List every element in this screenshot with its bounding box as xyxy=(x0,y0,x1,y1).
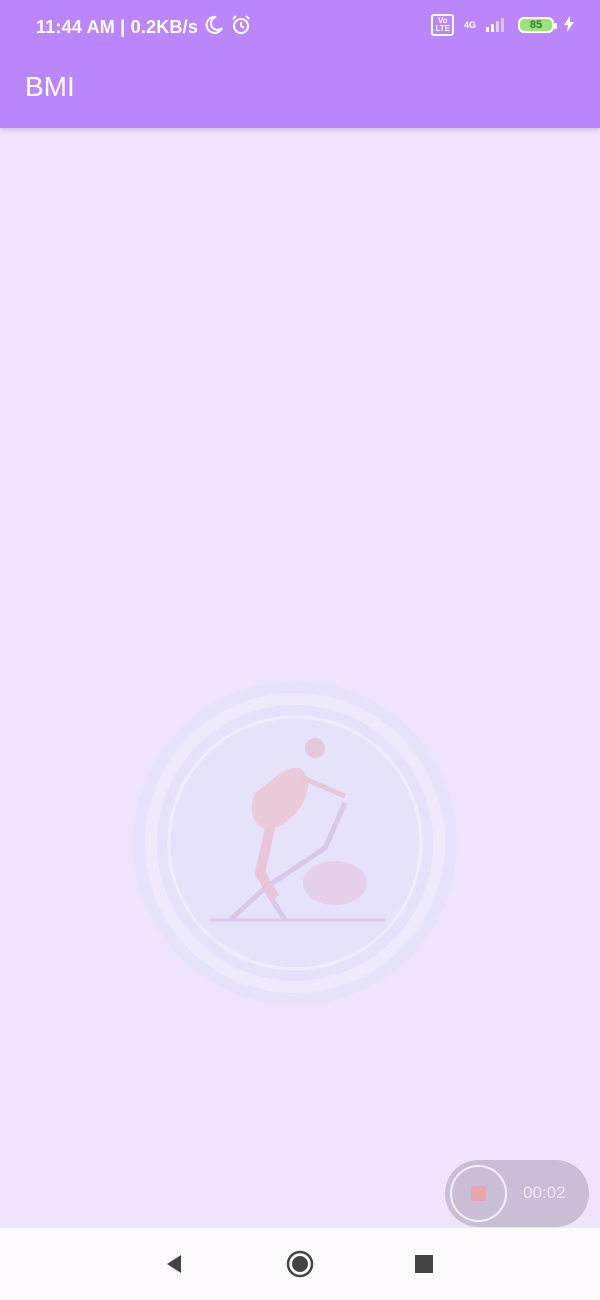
status-right: Vo LTE 4G 85 xyxy=(431,14,574,36)
status-left: 11:44 AM | 0.2KB/s xyxy=(36,14,252,41)
app-bar: BMI xyxy=(0,54,600,128)
network-type: 4G xyxy=(463,19,476,30)
record-stop-button[interactable] xyxy=(450,1165,507,1222)
rider-head xyxy=(305,738,325,758)
status-time-speed: 11:44 AM | 0.2KB/s xyxy=(36,17,199,37)
back-button[interactable] xyxy=(158,1248,190,1280)
moon-icon xyxy=(204,15,224,40)
battery-indicator: 85 xyxy=(518,17,557,33)
recents-button[interactable] xyxy=(408,1248,440,1280)
status-bar: 11:44 AM | 0.2KB/s Vo LTE 4G 85 xyxy=(0,0,600,54)
alarm-icon xyxy=(230,14,252,41)
bike-flywheel xyxy=(303,861,367,905)
navigation-bar xyxy=(0,1228,600,1300)
charging-icon xyxy=(564,15,574,35)
volte-badge: Vo LTE xyxy=(431,14,454,36)
back-icon xyxy=(167,1255,181,1273)
badge-inner xyxy=(157,705,433,981)
stop-icon xyxy=(471,1186,486,1201)
screen-recorder-widget[interactable]: 00:02 xyxy=(445,1160,589,1227)
home-icon xyxy=(286,1250,314,1278)
app-title: BMI xyxy=(25,71,75,102)
recording-timer: 00:02 xyxy=(523,1183,566,1202)
fitness-splash-illustration xyxy=(133,681,457,1005)
recents-icon xyxy=(415,1255,433,1273)
home-button[interactable] xyxy=(284,1248,316,1280)
battery-level: 85 xyxy=(529,19,543,31)
signal-icon xyxy=(486,16,508,35)
